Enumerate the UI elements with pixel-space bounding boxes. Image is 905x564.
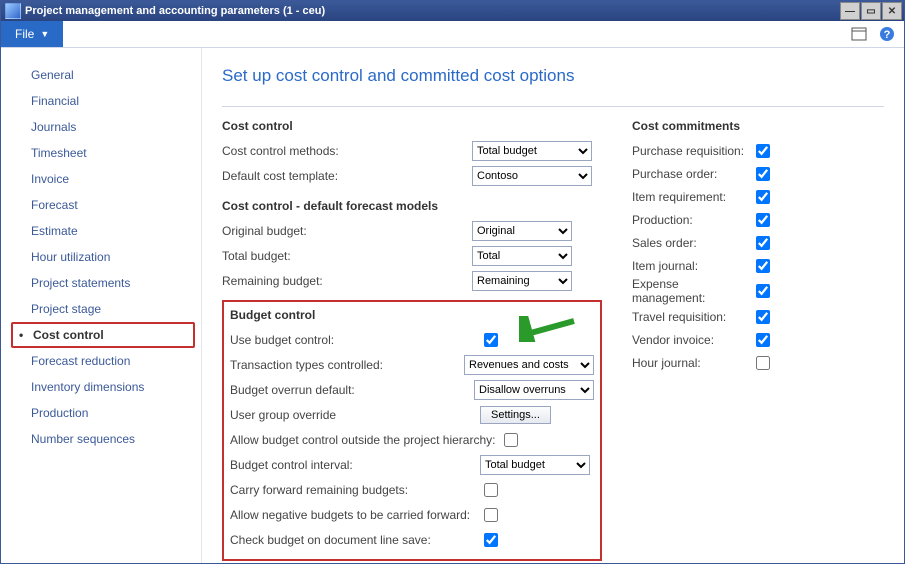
total-budget-select[interactable]: Total bbox=[472, 246, 572, 266]
sidebar-item-hour-utilization[interactable]: Hour utilization bbox=[1, 244, 201, 270]
menu-bar: File ▼ ? bbox=[1, 21, 904, 48]
allow-negative-checkbox[interactable] bbox=[484, 508, 498, 522]
commit-label: Purchase order: bbox=[632, 167, 752, 181]
sidebar-item-journals[interactable]: Journals bbox=[1, 114, 201, 140]
commit-checkbox[interactable] bbox=[756, 284, 770, 298]
use-budget-control-label: Use budget control: bbox=[230, 333, 480, 347]
default-cost-template-label: Default cost template: bbox=[222, 169, 472, 183]
sidebar-item-project-statements[interactable]: Project statements bbox=[1, 270, 201, 296]
commit-label: Hour journal: bbox=[632, 356, 752, 370]
budget-overrun-select[interactable]: Disallow overruns bbox=[474, 380, 594, 400]
close-button[interactable]: ✕ bbox=[882, 2, 902, 20]
commit-row: Production: bbox=[632, 208, 884, 231]
commit-label: Item journal: bbox=[632, 259, 752, 273]
title-bar: Project management and accounting parame… bbox=[1, 1, 904, 21]
sidebar-item-production[interactable]: Production bbox=[1, 400, 201, 426]
sidebar-item-forecast[interactable]: Forecast bbox=[1, 192, 201, 218]
sidebar-item-cost-control[interactable]: Cost control bbox=[11, 322, 195, 348]
minimize-button[interactable]: — bbox=[840, 2, 860, 20]
default-cost-template-select[interactable]: Contoso bbox=[472, 166, 592, 186]
cost-control-methods-label: Cost control methods: bbox=[222, 144, 472, 158]
commit-checkbox[interactable] bbox=[756, 310, 770, 324]
sidebar-item-invoice[interactable]: Invoice bbox=[1, 166, 201, 192]
commit-row: Sales order: bbox=[632, 231, 884, 254]
commit-label: Sales order: bbox=[632, 236, 752, 250]
sidebar-item-general[interactable]: General bbox=[1, 62, 201, 88]
sidebar-item-financial[interactable]: Financial bbox=[1, 88, 201, 114]
main-panel: Set up cost control and committed cost o… bbox=[202, 48, 904, 563]
sidebar: GeneralFinancialJournalsTimesheetInvoice… bbox=[1, 48, 202, 563]
commit-checkbox[interactable] bbox=[756, 167, 770, 181]
app-icon bbox=[5, 3, 21, 19]
commit-row: Expense management: bbox=[632, 277, 884, 305]
remaining-budget-label: Remaining budget: bbox=[222, 274, 472, 288]
commit-checkbox[interactable] bbox=[756, 356, 770, 370]
sidebar-item-timesheet[interactable]: Timesheet bbox=[1, 140, 201, 166]
sidebar-item-number-sequences[interactable]: Number sequences bbox=[1, 426, 201, 452]
file-menu-label: File bbox=[15, 27, 34, 41]
maximize-button[interactable]: ▭ bbox=[861, 2, 881, 20]
app-window: Project management and accounting parame… bbox=[0, 0, 905, 564]
commit-label: Vendor invoice: bbox=[632, 333, 752, 347]
check-budget-checkbox[interactable] bbox=[484, 533, 498, 547]
sidebar-item-project-stage[interactable]: Project stage bbox=[1, 296, 201, 322]
commit-row: Purchase requisition: bbox=[632, 139, 884, 162]
sidebar-item-forecast-reduction[interactable]: Forecast reduction bbox=[1, 348, 201, 374]
commit-row: Item requirement: bbox=[632, 185, 884, 208]
allow-negative-label: Allow negative budgets to be carried for… bbox=[230, 508, 480, 522]
commit-label: Travel requisition: bbox=[632, 310, 752, 324]
transaction-types-select[interactable]: Revenues and costs bbox=[464, 355, 594, 375]
commit-row: Vendor invoice: bbox=[632, 328, 884, 351]
commit-label: Item requirement: bbox=[632, 190, 752, 204]
transaction-types-label: Transaction types controlled: bbox=[230, 358, 464, 372]
original-budget-select[interactable]: Original bbox=[472, 221, 572, 241]
settings-button[interactable]: Settings... bbox=[480, 406, 551, 424]
forecast-heading: Cost control - default forecast models bbox=[222, 199, 602, 213]
budget-overrun-label: Budget overrun default: bbox=[230, 383, 474, 397]
cost-control-methods-select[interactable]: Total budget bbox=[472, 141, 592, 161]
commit-checkbox[interactable] bbox=[756, 333, 770, 347]
commit-label: Purchase requisition: bbox=[632, 144, 752, 158]
commit-label: Production: bbox=[632, 213, 752, 227]
sidebar-item-estimate[interactable]: Estimate bbox=[1, 218, 201, 244]
commit-checkbox[interactable] bbox=[756, 236, 770, 250]
budget-control-highlight: Budget control Use budget control: Trans… bbox=[222, 300, 602, 561]
remaining-budget-select[interactable]: Remaining bbox=[472, 271, 572, 291]
help-icon[interactable]: ? bbox=[878, 25, 896, 43]
commit-checkbox[interactable] bbox=[756, 259, 770, 273]
page-title: Set up cost control and committed cost o… bbox=[222, 66, 884, 86]
budget-interval-select[interactable]: Total budget bbox=[480, 455, 590, 475]
commit-row: Hour journal: bbox=[632, 351, 884, 374]
check-budget-label: Check budget on document line save: bbox=[230, 533, 480, 547]
carry-forward-label: Carry forward remaining budgets: bbox=[230, 483, 480, 497]
user-group-override-label: User group override bbox=[230, 408, 480, 422]
chevron-down-icon: ▼ bbox=[40, 29, 49, 39]
carry-forward-checkbox[interactable] bbox=[484, 483, 498, 497]
budget-control-heading: Budget control bbox=[230, 308, 594, 322]
cost-commitments-heading: Cost commitments bbox=[632, 119, 884, 133]
total-budget-label: Total budget: bbox=[222, 249, 472, 263]
commit-row: Item journal: bbox=[632, 254, 884, 277]
cost-control-heading: Cost control bbox=[222, 119, 602, 133]
commit-checkbox[interactable] bbox=[756, 190, 770, 204]
commit-row: Purchase order: bbox=[632, 162, 884, 185]
outside-hierarchy-label: Allow budget control outside the project… bbox=[230, 433, 500, 447]
outside-hierarchy-checkbox[interactable] bbox=[504, 433, 518, 447]
use-budget-control-checkbox[interactable] bbox=[484, 333, 498, 347]
svg-text:?: ? bbox=[884, 29, 891, 41]
commit-checkbox[interactable] bbox=[756, 213, 770, 227]
window-list-icon[interactable] bbox=[850, 25, 868, 43]
commit-checkbox[interactable] bbox=[756, 144, 770, 158]
budget-interval-label: Budget control interval: bbox=[230, 458, 480, 472]
sidebar-item-inventory-dimensions[interactable]: Inventory dimensions bbox=[1, 374, 201, 400]
commit-row: Travel requisition: bbox=[632, 305, 884, 328]
file-menu[interactable]: File ▼ bbox=[1, 21, 63, 47]
original-budget-label: Original budget: bbox=[222, 224, 472, 238]
commit-label: Expense management: bbox=[632, 277, 752, 305]
window-title: Project management and accounting parame… bbox=[25, 5, 325, 17]
